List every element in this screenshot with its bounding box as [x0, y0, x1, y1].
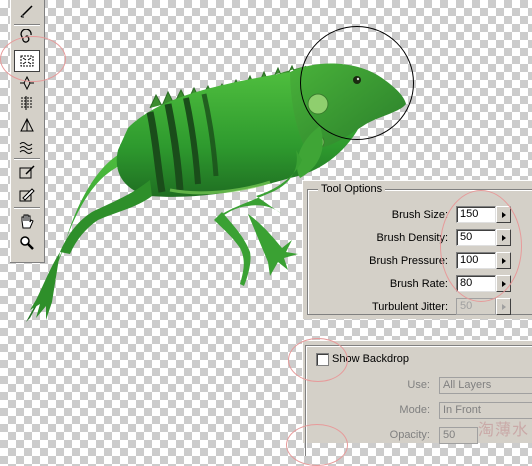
brush-pressure-label: Brush Pressure:: [369, 255, 448, 267]
brush-rate-slider-button[interactable]: [496, 275, 511, 292]
bloat-tool-icon[interactable]: [15, 73, 39, 93]
mirror-tool-icon[interactable]: [15, 115, 39, 135]
brush-rate-row: Brush Rate: 80: [308, 275, 532, 293]
show-backdrop-label: Show Backdrop: [332, 353, 410, 365]
triangle-right-icon: [501, 234, 506, 241]
turbulent-jitter-label: Turbulent Jitter:: [371, 301, 448, 313]
turbulent-jitter-input: 50: [456, 298, 496, 315]
tool-options-group: Tool Options Brush Size: 150 Brush Densi…: [307, 183, 532, 316]
opacity-label: Opacity:: [389, 429, 430, 441]
brush-size-input[interactable]: 150: [456, 206, 496, 223]
triangle-right-icon: [501, 303, 506, 310]
mode-label: Mode:: [399, 404, 430, 416]
triangle-right-icon: [501, 257, 506, 264]
tool-options-panel: Tool Options Brush Size: 150 Brush Densi…: [302, 180, 532, 319]
brush-density-slider-button[interactable]: [496, 229, 511, 246]
liquify-toolbar: [10, 0, 45, 263]
brush-pressure-slider-button[interactable]: [496, 252, 511, 269]
triangle-right-icon: [501, 211, 506, 218]
watermark-text: 淘薄水: [478, 422, 530, 439]
opacity-input: 50: [439, 427, 478, 444]
zoom-tool-icon[interactable]: [15, 233, 39, 253]
hand-tool-icon[interactable]: [15, 211, 39, 231]
brush-rate-label: Brush Rate:: [389, 278, 448, 290]
brush-density-label: Brush Density:: [376, 232, 448, 244]
freeze-mask-tool-icon[interactable]: [15, 185, 39, 205]
brush-density-input[interactable]: 50: [456, 229, 496, 246]
push-left-tool-icon[interactable]: [15, 93, 39, 113]
triangle-right-icon: [501, 280, 506, 287]
brush-cursor: [300, 26, 414, 140]
turbulence-tool-icon[interactable]: [15, 137, 39, 157]
turbulent-jitter-slider-button: [496, 298, 511, 315]
forward-warp-tool-icon[interactable]: [15, 2, 39, 22]
brush-pressure-input[interactable]: 100: [456, 252, 496, 269]
show-backdrop-checkbox[interactable]: [316, 353, 329, 366]
brush-density-row: Brush Density: 50: [308, 229, 532, 247]
brush-size-label: Brush Size:: [391, 209, 448, 221]
brush-size-row: Brush Size: 150: [308, 206, 532, 224]
tool-options-title: Tool Options: [318, 183, 386, 195]
brush-pressure-row: Brush Pressure: 100: [308, 252, 532, 270]
brush-size-slider-button[interactable]: [496, 206, 511, 223]
twirl-tool-icon[interactable]: [15, 27, 39, 47]
brush-rate-input[interactable]: 80: [456, 275, 496, 292]
turbulent-jitter-row: Turbulent Jitter: 50: [308, 298, 532, 316]
reconstruct-tool-icon[interactable]: [15, 162, 39, 182]
pucker-tool-icon[interactable]: [14, 50, 40, 72]
use-label: Use:: [407, 379, 430, 391]
use-select: All Layers: [439, 377, 532, 394]
